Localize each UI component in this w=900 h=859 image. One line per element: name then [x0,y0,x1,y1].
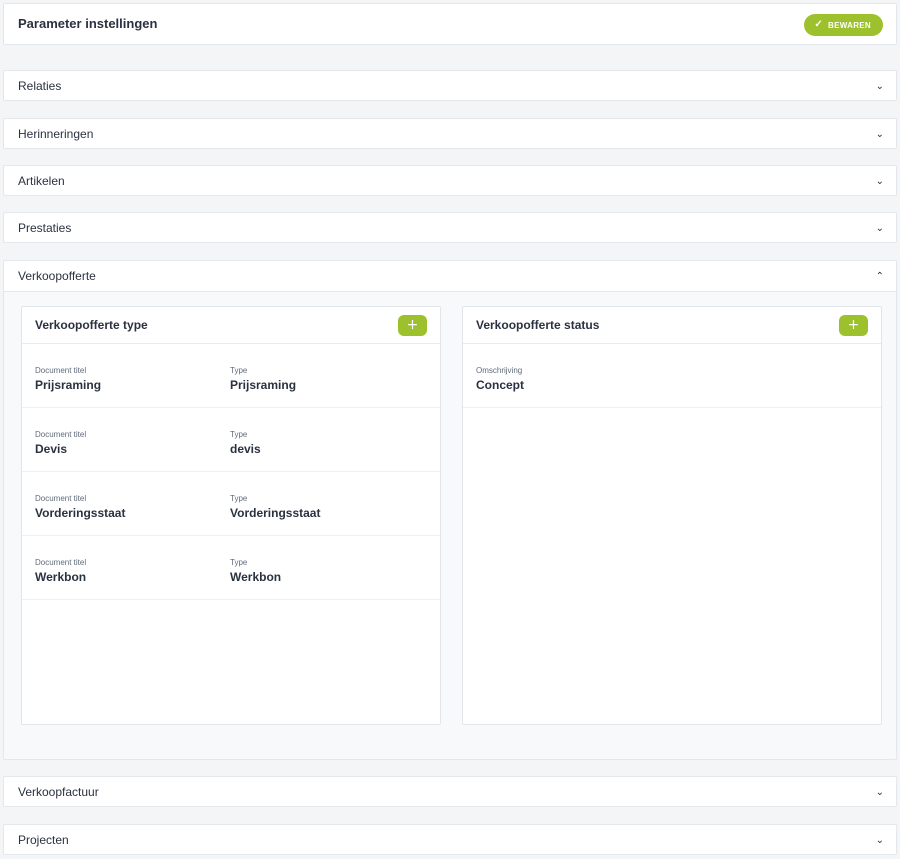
description-label: Omschrijving [476,366,523,375]
type-label: Type [230,558,248,567]
accordion-label: Verkoopofferte [18,269,96,283]
table-row[interactable]: Document titel Vorderingsstaat Type Vorder… [22,472,440,536]
accordion-verkoopofferte: Verkoopofferte ⌃ Verkoopofferte type + D… [3,260,897,760]
accordion-herinneringen[interactable]: Herinneringen ⌄ [3,118,897,149]
chevron-down-icon: ⌄ [875,81,884,92]
type-value: Werkbon [230,570,282,584]
accordion-artikelen[interactable]: Artikelen ⌄ [3,165,897,196]
save-button-label: BEWAREN [828,20,871,30]
settings-header: Parameter instellingen ✓ BEWAREN [3,3,897,45]
save-button[interactable]: ✓ BEWAREN [804,14,883,36]
type-value: Prijsraming [230,378,297,392]
type-label: Type [230,494,248,503]
type-label: Type [230,430,248,439]
type-value: devis [230,442,261,456]
panel-title: Verkoopofferte type [35,318,148,332]
table-row[interactable]: Document titel Prijsraming Type Prijsramin… [22,344,440,408]
document-title-value: Werkbon [35,570,87,584]
chevron-down-icon: ⌄ [875,787,884,798]
document-title-label: Document titel [35,430,87,439]
chevron-down-icon: ⌄ [875,223,884,234]
accordion-header-verkoopofferte[interactable]: Verkoopofferte ⌃ [4,261,896,292]
add-status-button[interactable]: + [839,315,868,336]
type-value: Vorderingsstaat [230,506,321,520]
document-title-label: Document titel [35,366,87,375]
chevron-up-icon: ⌃ [875,271,884,282]
chevron-down-icon: ⌄ [875,176,884,187]
document-title-value: Prijsraming [35,378,102,392]
accordion-label: Prestaties [18,221,72,235]
accordion-label: Herinneringen [18,127,94,141]
document-title-value: Vorderingsstaat [35,506,126,520]
chevron-down-icon: ⌄ [875,129,884,140]
accordion-verkoopfactuur[interactable]: Verkoopfactuur ⌄ [3,776,897,807]
panel-header: Verkoopofferte status + [463,307,881,344]
panel-header: Verkoopofferte type + [22,307,440,344]
document-title-value: Devis [35,442,68,456]
add-type-button[interactable]: + [398,315,427,336]
page-title: Parameter instellingen [18,16,158,31]
accordion-label: Verkoopfactuur [18,785,99,799]
accordion-projecten[interactable]: Projecten ⌄ [3,824,897,855]
accordion-label: Relaties [18,79,62,93]
table-row[interactable]: Document titel Werkbon Type Werkbon [22,536,440,600]
table-row[interactable]: Omschrijving Concept [463,344,881,408]
type-label: Type [230,366,248,375]
description-value: Concept [476,378,524,392]
chevron-down-icon: ⌄ [875,835,884,846]
accordion-relaties[interactable]: Relaties ⌄ [3,70,897,101]
offerte-type-panel: Verkoopofferte type + Document titel Prij… [21,306,441,725]
check-icon: ✓ [814,19,823,30]
document-title-label: Document titel [35,494,87,503]
accordion-prestaties[interactable]: Prestaties ⌄ [3,212,897,243]
accordion-label: Projecten [18,833,69,847]
document-title-label: Document titel [35,558,87,567]
accordion-label: Artikelen [18,174,65,188]
table-row[interactable]: Document titel Devis Type devis [22,408,440,472]
panel-title: Verkoopofferte status [476,318,600,332]
offerte-status-panel: Verkoopofferte status + Omschrijving Conc… [462,306,882,725]
